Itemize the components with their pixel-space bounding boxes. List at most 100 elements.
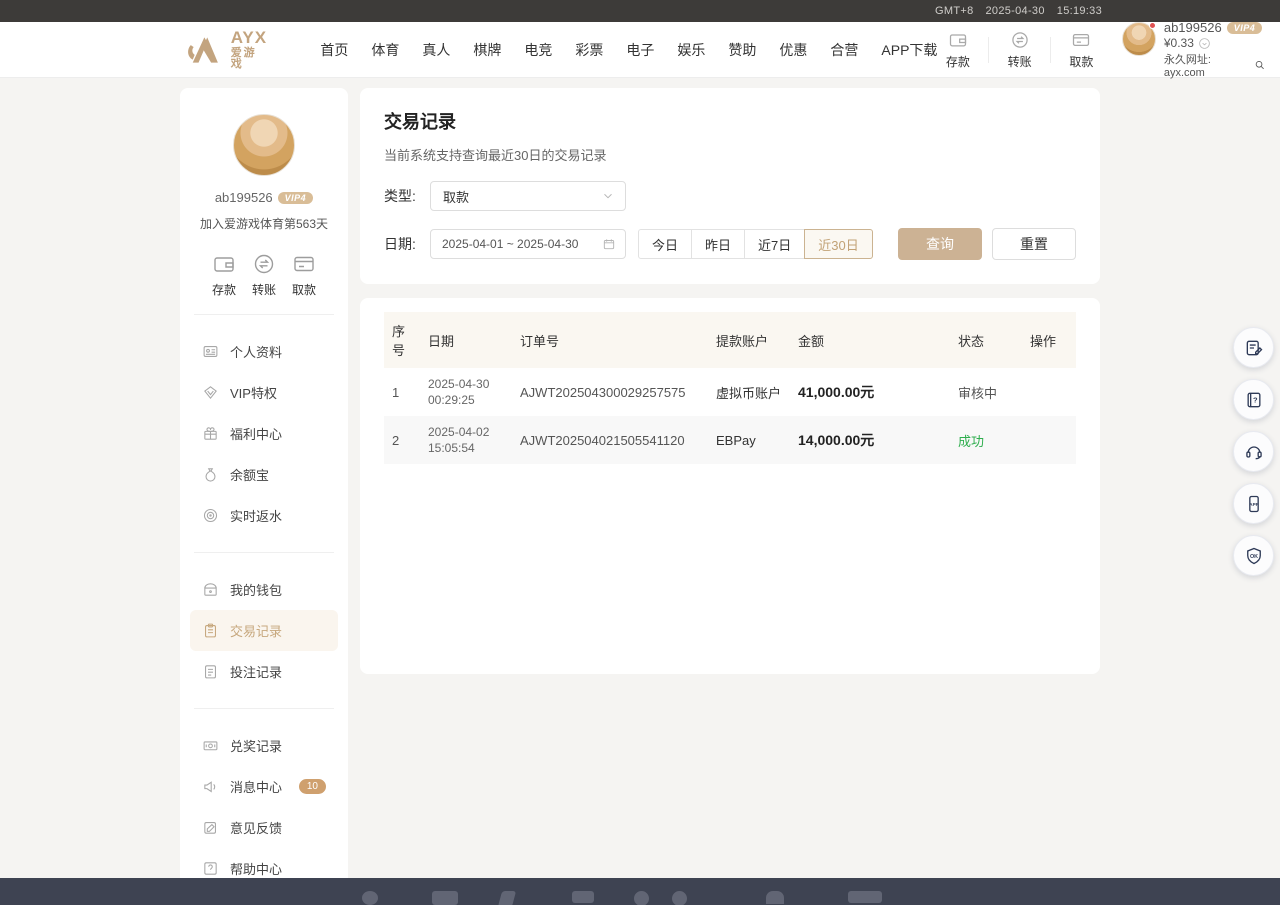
floating-action-column: ? APP OK	[1233, 327, 1274, 576]
sidebar-item-vip[interactable]: VIP特权	[190, 372, 338, 413]
sidebar-item-yuebao[interactable]: 余额宝	[190, 454, 338, 495]
col-header-index: 序号	[384, 312, 420, 368]
range-last7days-button[interactable]: 近7日	[745, 229, 805, 259]
sidebar-item-feedback[interactable]: 意见反馈	[190, 807, 338, 848]
row-status: 成功	[950, 416, 1022, 464]
calendar-icon	[602, 237, 616, 251]
refresh-balance-icon[interactable]	[1198, 37, 1211, 50]
nav-chess[interactable]: 棋牌	[473, 40, 501, 60]
header-avatar[interactable]	[1122, 22, 1156, 56]
floating-security-button[interactable]: OK	[1233, 535, 1274, 576]
row-order-number: AJWT202504021505541120	[512, 416, 708, 464]
header-transfer-button[interactable]: 转账	[999, 30, 1040, 70]
range-last30days-button[interactable]: 近30日	[804, 229, 872, 259]
sidebar-transfer-button[interactable]: 转账	[252, 252, 276, 298]
main-header: AYX 爱游戏 首页 体育 真人 棋牌 电竞 彩票 电子 娱乐 赞助 优惠 合营…	[0, 22, 1280, 78]
transfer-label: 转账	[252, 281, 276, 298]
floating-survey-button[interactable]	[1233, 327, 1274, 368]
range-yesterday-button[interactable]: 昨日	[692, 229, 745, 259]
profile-sidebar: ab199526 VIP4 加入爱游戏体育第563天 存款 转账 取款	[180, 88, 348, 905]
gift-icon	[202, 425, 219, 442]
reset-button[interactable]: 重置	[992, 228, 1076, 260]
wallet-icon	[212, 252, 236, 276]
partner-logo	[634, 891, 649, 905]
sidebar-item-profile[interactable]: 个人资料	[190, 331, 338, 372]
nav-app-download[interactable]: APP下载	[881, 40, 937, 60]
header-withdraw-button[interactable]: 取款	[1061, 30, 1102, 70]
nav-lottery[interactable]: 彩票	[575, 40, 603, 60]
divider	[988, 37, 989, 63]
search-icon[interactable]	[1254, 59, 1266, 71]
svg-text:OK: OK	[1249, 554, 1257, 560]
col-header-account: 提款账户	[708, 312, 790, 368]
nav-live[interactable]: 真人	[422, 40, 450, 60]
nav-esports[interactable]: 电竞	[524, 40, 552, 60]
filter-card: 交易记录 当前系统支持查询最近30日的交易记录 类型: 取款 日期: 2025-…	[360, 88, 1100, 284]
vip-badge: VIP4	[278, 192, 314, 204]
range-today-button[interactable]: 今日	[638, 229, 692, 259]
sidebar-item-transactions[interactable]: 交易记录	[190, 610, 338, 651]
bank-card-icon	[292, 252, 316, 276]
sidebar-item-welfare[interactable]: 福利中心	[190, 413, 338, 454]
deposit-label: 存款	[212, 281, 236, 298]
site-logo[interactable]: AYX 爱游戏	[185, 29, 268, 70]
transfer-label: 转账	[1008, 53, 1032, 70]
date-range-input[interactable]: 2025-04-01 ~ 2025-04-30	[430, 229, 626, 259]
sidebar-item-message-center[interactable]: 消息中心 10	[190, 766, 338, 807]
nav-home[interactable]: 首页	[320, 40, 348, 60]
sidebar-item-prize-records[interactable]: 兑奖记录	[190, 725, 338, 766]
avatar[interactable]	[233, 114, 295, 176]
sidebar-item-wallet[interactable]: 我的钱包	[190, 569, 338, 610]
banknote-icon	[202, 737, 219, 754]
nav-slots[interactable]: 电子	[626, 40, 654, 60]
customer-service-headset-icon	[1244, 442, 1264, 462]
type-label: 类型:	[384, 186, 430, 206]
clipboard-icon	[202, 622, 219, 639]
nav-promotions[interactable]: 优惠	[779, 40, 807, 60]
page-content: ab199526 VIP4 加入爱游戏体育第563天 存款 转账 取款	[0, 78, 1280, 905]
partner-logo	[432, 891, 458, 905]
floating-app-download-button[interactable]: APP	[1233, 483, 1274, 524]
main-panel: 交易记录 当前系统支持查询最近30日的交易记录 类型: 取款 日期: 2025-…	[360, 88, 1100, 674]
nav-entertainment[interactable]: 娱乐	[677, 40, 705, 60]
type-filter-row: 类型: 取款	[384, 181, 1076, 211]
sidebar-quick-actions: 存款 转账 取款	[194, 252, 334, 298]
partner-logo	[766, 891, 784, 904]
type-select[interactable]: 取款	[430, 181, 626, 211]
sidebar-withdraw-button[interactable]: 取款	[292, 252, 316, 298]
timezone-label: GMT+8	[935, 5, 973, 17]
sidebar-deposit-button[interactable]: 存款	[212, 252, 236, 298]
date-filter-row: 日期: 2025-04-01 ~ 2025-04-30 今日 昨日 近7日 近3…	[384, 228, 1076, 260]
sidebar-item-bet-records[interactable]: 投注记录	[190, 651, 338, 692]
query-button[interactable]: 查询	[898, 228, 982, 260]
col-header-amount: 金额	[790, 312, 950, 368]
nav-sponsor[interactable]: 赞助	[728, 40, 756, 60]
transactions-table-card: 序号 日期 订单号 提款账户 金额 状态 操作 1 2025-04-30	[360, 298, 1100, 674]
topbar: GMT+8 2025-04-30 15:19:33	[0, 0, 1280, 22]
survey-edit-icon	[1244, 338, 1264, 358]
nav-partner[interactable]: 合营	[830, 40, 858, 60]
logo-text: AYX 爱游戏	[231, 29, 269, 70]
bank-card-icon	[1071, 30, 1091, 50]
type-selected-value: 取款	[443, 187, 469, 206]
sidebar-menu-group-3: 兑奖记录 消息中心 10 意见反馈 帮助中心	[180, 725, 348, 889]
floating-customer-service-button[interactable]	[1233, 431, 1274, 472]
partner-logo	[362, 891, 378, 905]
footer-partners-bar	[0, 878, 1280, 905]
row-status: 审核中	[950, 368, 1022, 416]
wallet-icon	[948, 30, 968, 50]
nav-sports[interactable]: 体育	[371, 40, 399, 60]
row-datetime: 2025-04-30 00:29:25	[420, 368, 512, 416]
sidebar-menu-group-2: 我的钱包 交易记录 投注记录	[180, 569, 348, 692]
header-deposit-button[interactable]: 存款	[937, 30, 978, 70]
transfer-icon	[252, 252, 276, 276]
floating-faq-button[interactable]: ?	[1233, 379, 1274, 420]
header-right: 存款 转账 取款 ab199526 VIP4 ¥0.33	[937, 20, 1265, 79]
table-row: 1 2025-04-30 00:29:25 AJWT20250430002925…	[384, 368, 1076, 416]
sidebar-item-rebate[interactable]: 实时返水	[190, 495, 338, 536]
document-icon	[202, 663, 219, 680]
date-range-value: 2025-04-01 ~ 2025-04-30	[442, 237, 578, 251]
page-title: 交易记录	[384, 108, 1076, 134]
table-row: 2 2025-04-02 15:05:54 AJWT20250402150554…	[384, 416, 1076, 464]
header-user-info: ab199526 VIP4 ¥0.33 永久网址: ayx.com	[1164, 20, 1266, 79]
